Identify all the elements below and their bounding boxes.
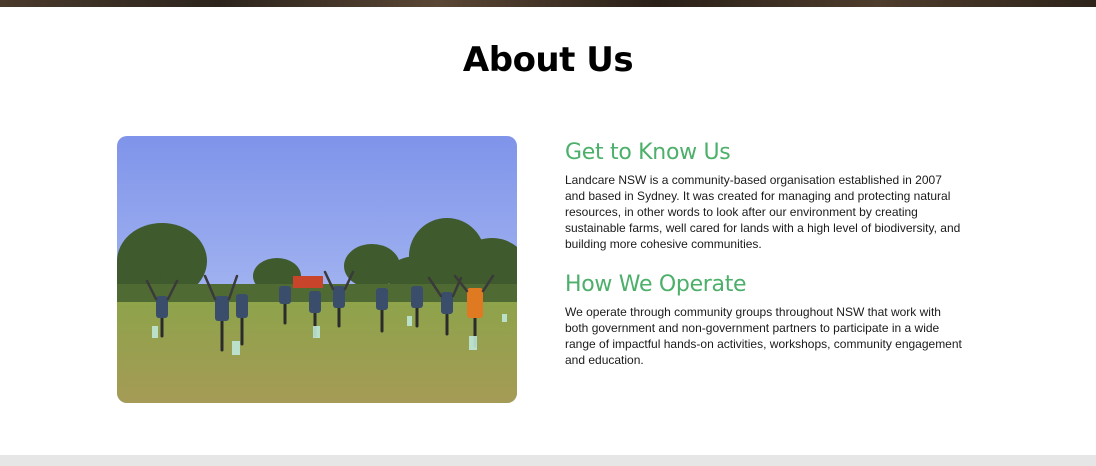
next-section-background [0,455,1096,466]
about-content: Get to Know Us Landcare NSW is a communi… [565,138,975,368]
volunteers-photo [117,136,517,403]
section-body: We operate through community groups thro… [565,305,962,367]
section-get-to-know-us: Get to Know Us Landcare NSW is a communi… [565,138,975,252]
page-title: About Us [462,40,634,80]
section-body: Landcare NSW is a community-based organi… [565,173,961,251]
section-heading: Get to Know Us [565,140,731,165]
section-how-we-operate: How We Operate We operate through commun… [565,270,975,368]
section-heading: How We Operate [565,272,747,297]
hero-image-bottom-edge [0,0,1096,7]
